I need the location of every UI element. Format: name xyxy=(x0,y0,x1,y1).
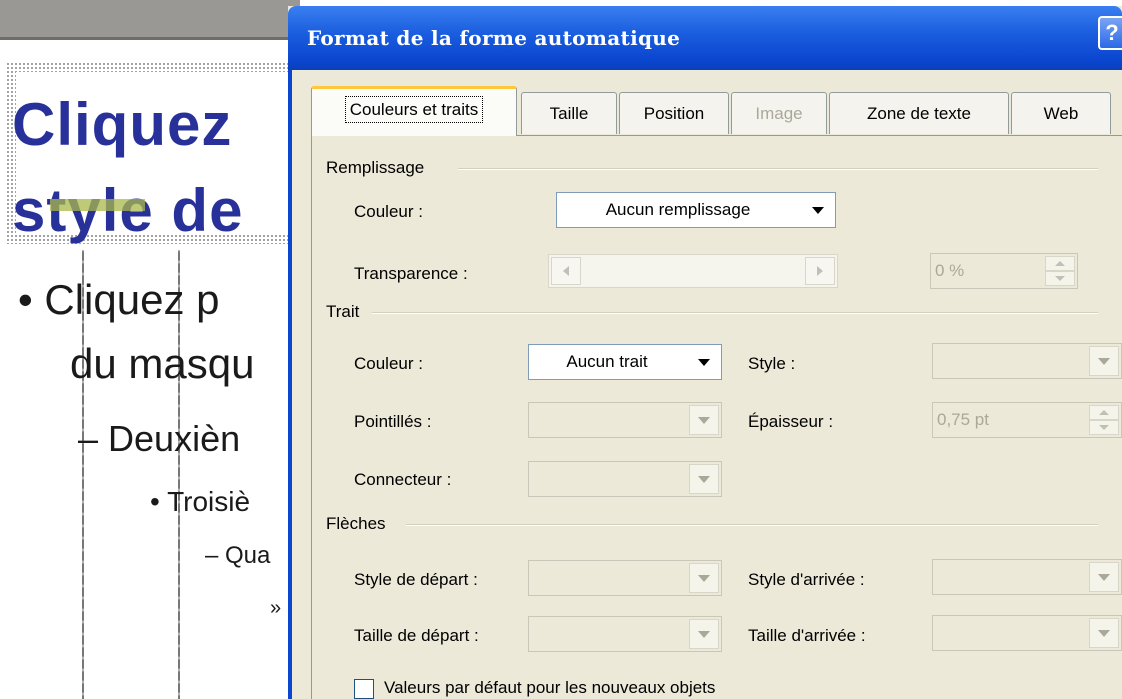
guide-dots-horizontal xyxy=(0,605,300,607)
group-separator xyxy=(458,168,1098,170)
defaults-checkbox[interactable] xyxy=(354,679,374,699)
tab-colors-and-lines[interactable]: Couleurs et traits xyxy=(311,86,517,136)
end-size-label: Taille d'arrivée : xyxy=(748,626,866,645)
end-size-dropdown[interactable] xyxy=(932,615,1122,651)
fill-color-dropdown[interactable]: Aucun remplissage xyxy=(556,192,836,228)
scroll-right-icon[interactable] xyxy=(805,257,835,285)
selection-highlight xyxy=(50,199,145,211)
line-weight-spinner[interactable]: 0,75 pt xyxy=(932,402,1122,438)
transparency-slider[interactable] xyxy=(548,254,838,288)
tab-strip: Couleurs et traits Taille Position Image… xyxy=(311,86,1122,136)
group-separator xyxy=(406,524,1098,526)
connector-label: Connecteur : xyxy=(354,470,452,489)
slide-canvas: Cliquez style de • Cliquez p du masqu – … xyxy=(0,0,300,699)
tab-size[interactable]: Taille xyxy=(521,92,617,134)
chevron-down-icon[interactable] xyxy=(1089,562,1119,592)
line-color-label: Couleur : xyxy=(354,354,423,373)
begin-style-dropdown[interactable] xyxy=(528,560,722,596)
line-style-label: Style : xyxy=(748,354,796,373)
slide-top-bar xyxy=(0,0,300,40)
slide-bullet-level4: – Qua xyxy=(205,542,271,569)
end-style-label: Style d'arrivée : xyxy=(748,570,865,589)
spin-down-icon[interactable] xyxy=(1045,271,1075,286)
line-weight-value: 0,75 pt xyxy=(937,410,989,429)
line-weight-label: Épaisseur : xyxy=(748,412,834,431)
dashed-dropdown[interactable] xyxy=(528,402,722,438)
fill-group-label: Remplissage xyxy=(326,158,425,177)
defaults-checkbox-label[interactable]: Valeurs par défaut pour les nouveaux obj… xyxy=(384,678,715,698)
fill-color-value: Aucun remplissage xyxy=(605,200,751,219)
begin-style-label: Style de départ : xyxy=(354,570,478,589)
tab-text-box[interactable]: Zone de texte xyxy=(829,92,1009,134)
chevron-down-icon[interactable] xyxy=(689,619,719,649)
chevron-down-icon[interactable] xyxy=(689,347,719,377)
chevron-down-icon[interactable] xyxy=(1089,346,1119,376)
tab-panel-border xyxy=(311,135,312,699)
tab-picture[interactable]: Image xyxy=(731,92,827,134)
transparency-value: 0 % xyxy=(935,261,965,280)
end-style-dropdown[interactable] xyxy=(932,559,1122,595)
slide-bullet-level3: • Troisiè xyxy=(150,486,251,517)
dialog-title: Format de la forme automatique xyxy=(307,26,681,50)
fill-color-label: Couleur : xyxy=(354,202,423,221)
spin-up-icon[interactable] xyxy=(1045,256,1075,271)
format-autoshape-dialog: Format de la forme automatique Couleurs … xyxy=(288,6,1122,699)
begin-size-dropdown[interactable] xyxy=(528,616,722,652)
slide-bullet-level1-continued: du masqu xyxy=(70,340,255,387)
spin-down-icon[interactable] xyxy=(1089,420,1119,435)
slide-bullet-level2: – Deuxièn xyxy=(78,418,241,459)
tab-position[interactable]: Position xyxy=(619,92,729,134)
dashed-label: Pointillés : xyxy=(354,412,432,431)
arrows-group-label: Flèches xyxy=(326,514,386,533)
help-button[interactable]: ? xyxy=(1098,16,1122,50)
spin-up-icon[interactable] xyxy=(1089,405,1119,420)
tab-label: Couleurs et traits xyxy=(344,96,484,123)
chevron-down-icon[interactable] xyxy=(689,563,719,593)
transparency-spinner[interactable]: 0 % xyxy=(930,253,1078,289)
begin-size-label: Taille de départ : xyxy=(354,626,479,645)
scroll-left-icon[interactable] xyxy=(551,257,581,285)
line-style-dropdown[interactable] xyxy=(932,343,1122,379)
line-color-value: Aucun trait xyxy=(566,352,648,371)
chevron-down-icon[interactable] xyxy=(689,405,719,435)
chevron-down-icon[interactable] xyxy=(1089,618,1119,648)
chevron-down-icon[interactable] xyxy=(689,464,719,494)
slide-title-line-1: Cliquez xyxy=(12,91,233,158)
chevron-down-icon[interactable] xyxy=(803,195,833,225)
dialog-border xyxy=(288,70,292,699)
tab-web[interactable]: Web xyxy=(1011,92,1111,134)
slide-bullet-level5: » xyxy=(270,597,282,619)
group-separator xyxy=(372,312,1098,314)
transparency-label: Transparence : xyxy=(354,264,468,283)
line-group-label: Trait xyxy=(326,302,360,321)
line-color-dropdown[interactable]: Aucun trait xyxy=(528,344,722,380)
slide-bullet-level1: • Cliquez p xyxy=(18,276,220,323)
connector-dropdown[interactable] xyxy=(528,461,722,497)
dialog-titlebar[interactable]: Format de la forme automatique xyxy=(288,6,1122,70)
